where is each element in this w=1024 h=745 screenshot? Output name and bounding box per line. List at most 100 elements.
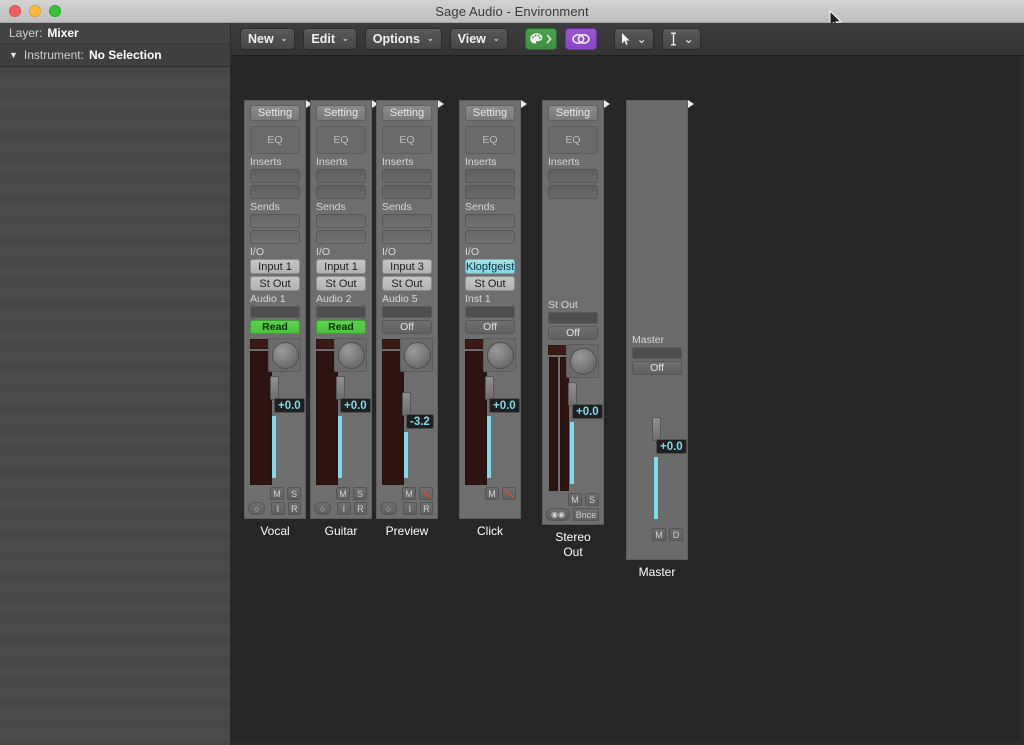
automation-mode-button[interactable]: Read xyxy=(250,320,300,334)
fader-handle[interactable] xyxy=(485,376,494,400)
pan-knob-housing[interactable] xyxy=(334,338,367,372)
fader-value-display[interactable]: +0.0 xyxy=(340,398,371,413)
fader-area[interactable]: +0.0 xyxy=(546,343,603,493)
automation-mode-button[interactable]: Off xyxy=(382,320,432,334)
insert-slot[interactable] xyxy=(382,169,432,183)
mute-button[interactable]: M xyxy=(270,487,284,500)
bounce-button[interactable]: Bnce xyxy=(573,508,599,521)
volume-fader[interactable]: +0.0 xyxy=(268,374,305,487)
pan-knob[interactable] xyxy=(272,342,299,369)
horizontal-scrollbar[interactable] xyxy=(231,741,1024,745)
input-slot[interactable]: Input 1 xyxy=(316,259,366,274)
pan-knob-housing[interactable] xyxy=(483,338,516,372)
insert-slot[interactable] xyxy=(316,185,366,199)
eq-display[interactable]: EQ xyxy=(316,126,366,154)
pan-knob-housing[interactable] xyxy=(400,338,433,372)
solo-button[interactable] xyxy=(419,487,433,500)
eq-display[interactable]: EQ xyxy=(465,126,515,154)
eq-display[interactable]: EQ xyxy=(250,126,300,154)
setting-button[interactable]: Setting xyxy=(316,105,366,121)
pan-knob[interactable] xyxy=(338,342,365,369)
power-button[interactable]: ○ xyxy=(314,502,332,515)
channel-strip-master[interactable]: Master Off +0.0 M D Master xyxy=(626,100,694,580)
menu-options[interactable]: Options ⌄ xyxy=(364,28,442,50)
volume-fader[interactable]: +0.0 xyxy=(334,374,371,487)
insert-slot[interactable] xyxy=(465,185,515,199)
fader-handle[interactable] xyxy=(270,376,279,400)
group-slot[interactable] xyxy=(548,312,598,324)
setting-button[interactable]: Setting xyxy=(465,105,515,121)
channel-strip-preview[interactable]: Setting EQ Inserts Sends I/O Input 3 St Out Aud… xyxy=(376,100,444,539)
send-slot[interactable] xyxy=(465,214,515,228)
fader-area[interactable]: +0.0 xyxy=(314,337,371,487)
setting-button[interactable]: Setting xyxy=(548,105,598,121)
fader-handle[interactable] xyxy=(402,392,411,416)
automation-mode-button[interactable]: Read xyxy=(316,320,366,334)
record-enable-button[interactable]: R xyxy=(419,502,434,515)
automation-mode-button[interactable]: Off xyxy=(632,361,682,375)
fader-value-display[interactable]: +0.0 xyxy=(274,398,305,413)
eq-display[interactable]: EQ xyxy=(548,126,598,154)
power-button[interactable]: ○ xyxy=(380,502,398,515)
dim-button[interactable]: D xyxy=(669,528,683,541)
instrument-row[interactable]: ▼ Instrument: No Selection xyxy=(0,44,230,67)
volume-fader[interactable]: +0.0 xyxy=(483,374,520,487)
insert-slot[interactable] xyxy=(548,169,598,183)
insert-slot[interactable] xyxy=(548,185,598,199)
send-slot[interactable] xyxy=(382,230,432,244)
fader-value-display[interactable]: +0.0 xyxy=(656,439,687,454)
fader-area[interactable]: +0.0 xyxy=(248,337,305,487)
mute-button[interactable]: M xyxy=(652,528,666,541)
fader-value-display[interactable]: -3.2 xyxy=(406,414,434,429)
power-button[interactable]: ○ xyxy=(248,502,266,515)
colors-palette-button[interactable] xyxy=(524,28,557,50)
text-tool[interactable]: ⌄ xyxy=(661,28,701,50)
fader-handle[interactable] xyxy=(652,417,661,441)
disclosure-triangle-icon[interactable]: ▼ xyxy=(9,50,18,60)
group-slot[interactable] xyxy=(465,306,515,318)
record-enable-button[interactable]: R xyxy=(287,502,302,515)
output-slot[interactable]: St Out xyxy=(382,276,432,291)
insert-slot[interactable] xyxy=(382,185,432,199)
channel-strip-stereo-out[interactable]: Setting EQ Inserts St Out Off +0.0 M S ◉◉ Bnce Ste… xyxy=(542,100,610,560)
menu-view[interactable]: View ⌄ xyxy=(449,28,508,50)
insert-slot[interactable] xyxy=(316,169,366,183)
record-enable-button[interactable]: R xyxy=(353,502,368,515)
menu-new[interactable]: New ⌄ xyxy=(240,28,296,50)
input-monitor-button[interactable]: I xyxy=(403,502,417,515)
fader-value-display[interactable]: +0.0 xyxy=(572,404,603,419)
setting-button[interactable]: Setting xyxy=(250,105,300,121)
volume-fader[interactable]: +0.0 xyxy=(650,415,687,528)
input-slot[interactable]: Input 1 xyxy=(250,259,300,274)
send-slot[interactable] xyxy=(465,230,515,244)
group-slot[interactable] xyxy=(316,306,366,318)
fader-value-display[interactable]: +0.0 xyxy=(489,398,520,413)
solo-button[interactable] xyxy=(502,487,516,500)
layer-row[interactable]: Layer: Mixer xyxy=(0,23,230,44)
output-slot[interactable]: St Out xyxy=(316,276,366,291)
automation-mode-button[interactable]: Off xyxy=(465,320,515,334)
pan-knob[interactable] xyxy=(487,342,514,369)
input-slot[interactable]: Klopfgeist xyxy=(465,259,515,274)
strip-expand-arrow-icon[interactable] xyxy=(438,100,444,108)
send-slot[interactable] xyxy=(250,214,300,228)
insert-slot[interactable] xyxy=(250,169,300,183)
fader-area[interactable]: -3.2 xyxy=(380,337,434,487)
pan-knob[interactable] xyxy=(570,348,597,375)
send-slot[interactable] xyxy=(316,230,366,244)
strip-expand-arrow-icon[interactable] xyxy=(688,100,694,108)
stereo-link-button[interactable]: ◉◉ xyxy=(546,508,571,521)
pointer-tool[interactable]: ⌄ xyxy=(613,28,654,50)
vertical-scrollbar[interactable] xyxy=(1020,56,1024,745)
strip-expand-arrow-icon[interactable] xyxy=(521,100,527,108)
output-slot[interactable]: St Out xyxy=(465,276,515,291)
send-slot[interactable] xyxy=(382,214,432,228)
volume-fader[interactable]: -3.2 xyxy=(400,374,434,487)
environment-canvas[interactable]: Setting EQ Inserts Sends I/O Input 1 St Out Aud… xyxy=(231,56,1024,745)
solo-button[interactable]: S xyxy=(287,487,301,500)
mute-button[interactable]: M xyxy=(336,487,350,500)
insert-slot[interactable] xyxy=(465,169,515,183)
eq-display[interactable]: EQ xyxy=(382,126,432,154)
link-chain-button[interactable] xyxy=(564,28,597,50)
pan-knob-housing[interactable] xyxy=(566,344,599,378)
